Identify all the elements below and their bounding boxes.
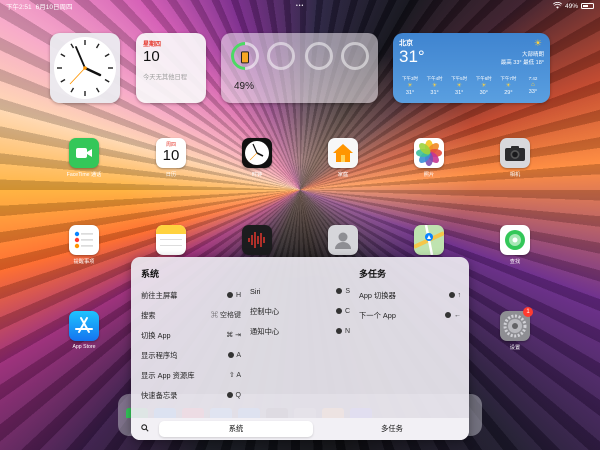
section-title-system: 系统 [141,269,160,279]
shortcut-row[interactable]: Siri S [250,286,350,306]
app-home[interactable]: 家庭 [323,138,363,178]
search-icon[interactable] [131,424,159,434]
sunset-icon: ⌂ [531,82,535,88]
shortcut-row[interactable]: 切换 App ⌘ ⇥ [141,330,241,350]
forecast-item: 下午7时 ☀ 29° [497,76,519,96]
shortcut-tab-bar: 系统 多任务 [131,418,469,440]
wifi-icon [552,1,562,11]
globe-icon [226,292,233,299]
ipad-icon [241,51,249,64]
tab-multitask[interactable]: 多任务 [315,421,469,437]
multitask-column: 多任务 App 切换器 ↑ 下一个 App ← [359,267,461,330]
app-clock[interactable]: 时钟 [237,138,277,178]
forecast-item: 下午6时 ☀ 30° [473,76,495,96]
shortcut-row[interactable]: 通知中心 N [250,326,350,346]
keyboard-shortcuts-overlay: 系统 前往主屏幕 H 搜索 ⌘ 空格键 切换 App ⌘ ⇥ 显示程序坞 A 显示 … [131,257,469,440]
multitask-dots-icon[interactable]: ••• [296,3,304,9]
shortcut-row[interactable]: 显示程序坞 A [141,350,241,370]
status-time: 下午2:51 [6,4,32,11]
shortcut-row[interactable]: 前往主屏幕 H [141,290,241,310]
system-column: 系统 前往主屏幕 H 搜索 ⌘ 空格键 切换 App ⌘ ⇥ 显示程序坞 A 显示 … [141,267,241,410]
sun-icon: ☀ [481,83,487,89]
shortcut-row[interactable]: App 切换器 ↑ [359,290,461,310]
calendar-icon: 周四 10 [156,138,186,168]
globe-icon [445,312,452,319]
contacts-icon [328,225,358,255]
battery-ring-ipad [225,36,265,76]
calendar-note: 今天无其他日程 [143,74,188,81]
facetime-icon [69,138,99,168]
app-notes[interactable] [151,225,191,255]
calendar-weekday: 星期四 [143,42,162,48]
shortcut-row[interactable]: 搜索 ⌘ 空格键 [141,310,241,330]
photos-icon [414,138,444,168]
system-column-2: Siri S 控制中心 C 通知中心 N [250,286,350,346]
app-settings[interactable]: 1 设置 [495,307,535,351]
battery-widget[interactable]: 49% [221,33,378,103]
forecast-item: 下午3时 ☀ 31° [399,76,421,96]
reminders-icon [69,225,99,255]
status-date: 6月10日周四 [35,4,73,11]
battery-ring-empty [305,42,333,70]
voice-memos-icon [242,225,272,255]
settings-icon: 1 [500,307,533,341]
globe-icon [227,352,234,359]
app-find-my[interactable]: 查找 [495,225,535,265]
weather-condition-block: 大部晴朗 最高 33° 最低 18° [501,50,544,66]
app-calendar[interactable]: 周四 10 日历 [151,138,191,178]
tab-system[interactable]: 系统 [159,421,313,437]
shortcut-row[interactable]: 快速备忘录 Q [141,390,241,410]
app-contacts[interactable] [323,225,363,255]
section-title-multitask: 多任务 [359,269,387,279]
settings-badge: 1 [523,307,533,317]
app-maps[interactable] [409,225,449,255]
weather-widget[interactable]: 北京 31° ☀ 大部晴朗 最高 33° 最低 18° 下午3时 ☀ 31° 下午4… [393,33,550,103]
app-voice-memos[interactable] [237,225,277,255]
globe-icon [448,292,455,299]
globe-icon [335,308,342,315]
app-reminders[interactable]: 提醒事项 [64,225,104,265]
calendar-day: 10 [143,48,160,65]
globe-icon [226,392,233,399]
sun-icon: ☀ [505,83,512,89]
battery-icon [581,3,594,9]
forecast-item: 下午5时 ☀ 31° [448,76,470,96]
battery-ring-empty [341,42,369,70]
home-icon [328,138,358,168]
clock-app-icon [242,138,272,168]
calendar-widget[interactable]: 星期四 10 今天无其他日程 [136,33,206,103]
notes-icon [156,225,186,255]
sun-icon: ☀ [431,83,438,89]
forecast-item: 下午4时 ☀ 31° [424,76,446,96]
analog-clock-face [54,37,116,99]
globe-icon [336,288,343,295]
status-bar: 下午2:51 6月10日周四 ••• 49% [0,0,600,12]
shortcut-row[interactable]: 显示 App 资源库 ⇧ A [141,370,241,390]
status-right: 49% [552,1,594,11]
battery-ring-empty [267,42,295,70]
sun-icon: ☀ [407,83,413,89]
weather-forecast: 下午3时 ☀ 31° 下午4时 ☀ 31° 下午5时 ☀ 31° 下午6时 ☀ 30° 下午7时… [399,76,544,96]
forecast-item: 7:42 ⌂ 33° [522,76,544,96]
globe-icon [335,328,342,335]
shortcut-row[interactable]: 控制中心 C [250,306,350,326]
shortcut-row[interactable]: 下一个 App ← [359,310,461,330]
app-app-store[interactable]: App Store [64,311,104,350]
weather-range: 最高 33° 最低 18° [500,60,544,66]
battery-widget-percent: 49% [234,81,255,92]
clock-widget[interactable] [50,33,120,103]
sun-icon: ☀ [533,38,542,48]
camera-icon [500,138,530,168]
battery-percent: 49% [564,2,578,10]
sun-icon: ☀ [456,83,462,89]
weather-condition: 大部晴朗 [521,52,544,58]
clock-icon [57,40,113,96]
find-my-icon [500,225,530,255]
maps-icon [414,225,444,255]
app-camera[interactable]: 相机 [495,138,535,178]
app-facetime[interactable]: FaceTime 通话 [64,138,104,178]
app-store-icon [69,311,99,341]
app-photos[interactable]: 照片 [409,138,449,178]
